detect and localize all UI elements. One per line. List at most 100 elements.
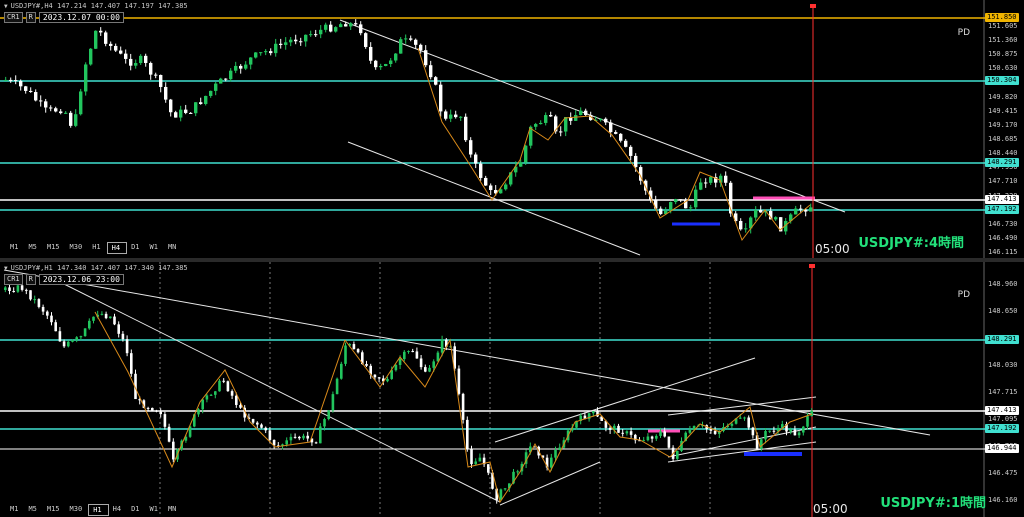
bull-candle bbox=[89, 48, 93, 65]
bull-candle bbox=[625, 431, 629, 434]
bull-candle bbox=[478, 457, 482, 462]
timeframe-m1-button[interactable]: M1 bbox=[6, 242, 24, 254]
timeframe-d1-button[interactable]: D1 bbox=[127, 504, 145, 516]
bull-candle bbox=[214, 83, 218, 91]
bull-candle bbox=[789, 429, 792, 432]
bear-candle bbox=[117, 324, 120, 334]
bull-candle bbox=[802, 426, 805, 433]
bull-candle bbox=[214, 391, 217, 395]
h1-date-stamp: 2023.12.06 23:00 bbox=[38, 274, 124, 285]
bear-candle bbox=[184, 109, 188, 113]
h4-cr1-button[interactable]: CR1 bbox=[4, 12, 23, 23]
bull-candle bbox=[394, 364, 398, 371]
bear-candle bbox=[9, 79, 13, 81]
bear-candle bbox=[751, 427, 755, 436]
bear-candle bbox=[484, 177, 488, 186]
price-level-tag: 147.192 bbox=[985, 424, 1019, 433]
bear-candle bbox=[159, 411, 162, 415]
bear-candle bbox=[164, 86, 168, 100]
bull-candle bbox=[4, 79, 8, 81]
bull-candle bbox=[94, 30, 98, 49]
h4-chart-canvas[interactable] bbox=[0, 0, 1024, 258]
collapse-triangle-icon[interactable]: ▼ bbox=[4, 3, 8, 10]
bull-candle bbox=[768, 430, 771, 432]
timeframe-m30-button[interactable]: M30 bbox=[66, 504, 89, 516]
bull-candle bbox=[524, 145, 528, 163]
bear-candle bbox=[314, 442, 318, 444]
timeframe-m15-button[interactable]: M15 bbox=[43, 242, 66, 254]
bear-candle bbox=[621, 432, 624, 434]
h4-pair-label: USDJPY#:4時間 bbox=[858, 236, 964, 251]
bear-candle bbox=[39, 100, 43, 102]
bear-candle bbox=[724, 175, 728, 183]
timeframe-w1-button[interactable]: W1 bbox=[146, 242, 164, 254]
bear-candle bbox=[279, 43, 283, 45]
h1-r-button[interactable]: R bbox=[25, 274, 36, 285]
bull-candle bbox=[744, 228, 748, 230]
h1-chart-pane[interactable]: ▼ USDJPY#,H1 147.340 147.407 147.340 147.… bbox=[0, 262, 1024, 517]
bull-candle bbox=[179, 109, 183, 118]
bull-candle bbox=[669, 202, 673, 211]
h4-chart-pane[interactable]: ▼ USDJPY#,H4 147.214 147.407 147.197 147.… bbox=[0, 0, 1024, 258]
timeframe-mn-button[interactable]: MN bbox=[164, 242, 182, 254]
bull-candle bbox=[259, 52, 263, 54]
bear-candle bbox=[479, 163, 483, 178]
bull-candle bbox=[249, 57, 253, 65]
axis-price-label: 150.630 bbox=[988, 64, 1018, 73]
bear-candle bbox=[260, 424, 263, 428]
bear-candle bbox=[50, 315, 53, 323]
bear-candle bbox=[608, 427, 612, 430]
bear-candle bbox=[434, 77, 438, 85]
collapse-triangle-icon[interactable]: ▼ bbox=[4, 265, 8, 272]
bear-candle bbox=[199, 102, 203, 104]
bear-candle bbox=[169, 99, 173, 113]
h1-stamp-bar: CR1 R 2023.12.06 23:00 bbox=[4, 274, 124, 285]
bear-candle bbox=[461, 393, 465, 420]
timeframe-m15-button[interactable]: M15 bbox=[43, 504, 66, 516]
bull-candle bbox=[323, 419, 326, 427]
bull-candle bbox=[139, 55, 143, 64]
timeframe-h1-button[interactable]: H1 bbox=[88, 242, 106, 254]
timeframe-mn-button[interactable]: MN bbox=[164, 504, 182, 516]
timeframe-m5-button[interactable]: M5 bbox=[24, 242, 42, 254]
bull-candle bbox=[389, 60, 393, 65]
bear-candle bbox=[354, 23, 358, 25]
timeframe-h4-button[interactable]: H4 bbox=[109, 504, 127, 516]
bear-candle bbox=[130, 353, 133, 374]
bull-candle bbox=[109, 316, 112, 319]
timeframe-m1-button[interactable]: M1 bbox=[6, 504, 24, 516]
h4-stamp-bar: CR1 R 2023.12.07 00:00 bbox=[4, 12, 124, 23]
timeframe-m5-button[interactable]: M5 bbox=[24, 504, 42, 516]
timeframe-d1-button[interactable]: D1 bbox=[127, 242, 145, 254]
bear-candle bbox=[373, 374, 377, 378]
bull-candle bbox=[204, 95, 208, 104]
bull-candle bbox=[407, 351, 410, 353]
timeframe-h1-button[interactable]: H1 bbox=[88, 504, 109, 516]
axis-price-label: 148.030 bbox=[988, 361, 1018, 369]
bull-candle bbox=[339, 24, 343, 28]
bear-candle bbox=[172, 441, 175, 460]
bull-candle bbox=[689, 207, 693, 209]
timeframe-w1-button[interactable]: W1 bbox=[146, 504, 164, 516]
h1-cr1-button[interactable]: CR1 bbox=[4, 274, 23, 285]
bull-candle bbox=[558, 447, 561, 450]
axis-price-label: 149.170 bbox=[988, 120, 1018, 129]
bear-candle bbox=[159, 75, 163, 87]
bear-candle bbox=[411, 351, 414, 353]
h1-chart-canvas[interactable] bbox=[0, 262, 1024, 517]
axis-price-label: 149.820 bbox=[988, 92, 1018, 101]
bull-candle bbox=[599, 118, 603, 120]
bear-candle bbox=[49, 107, 53, 109]
bull-candle bbox=[399, 39, 403, 54]
bull-candle bbox=[79, 336, 83, 338]
axis-price-label: 151.605 bbox=[988, 22, 1018, 30]
h1-chart-background bbox=[0, 262, 1024, 517]
bull-candle bbox=[504, 184, 508, 190]
timeframe-m30-button[interactable]: M30 bbox=[66, 242, 89, 254]
h4-r-button[interactable]: R bbox=[25, 12, 36, 23]
axis-price-label: 146.115 bbox=[988, 248, 1018, 256]
bull-candle bbox=[754, 210, 758, 218]
bear-candle bbox=[759, 210, 763, 213]
timeframe-h4-button[interactable]: H4 bbox=[106, 242, 128, 254]
bear-candle bbox=[704, 182, 708, 184]
